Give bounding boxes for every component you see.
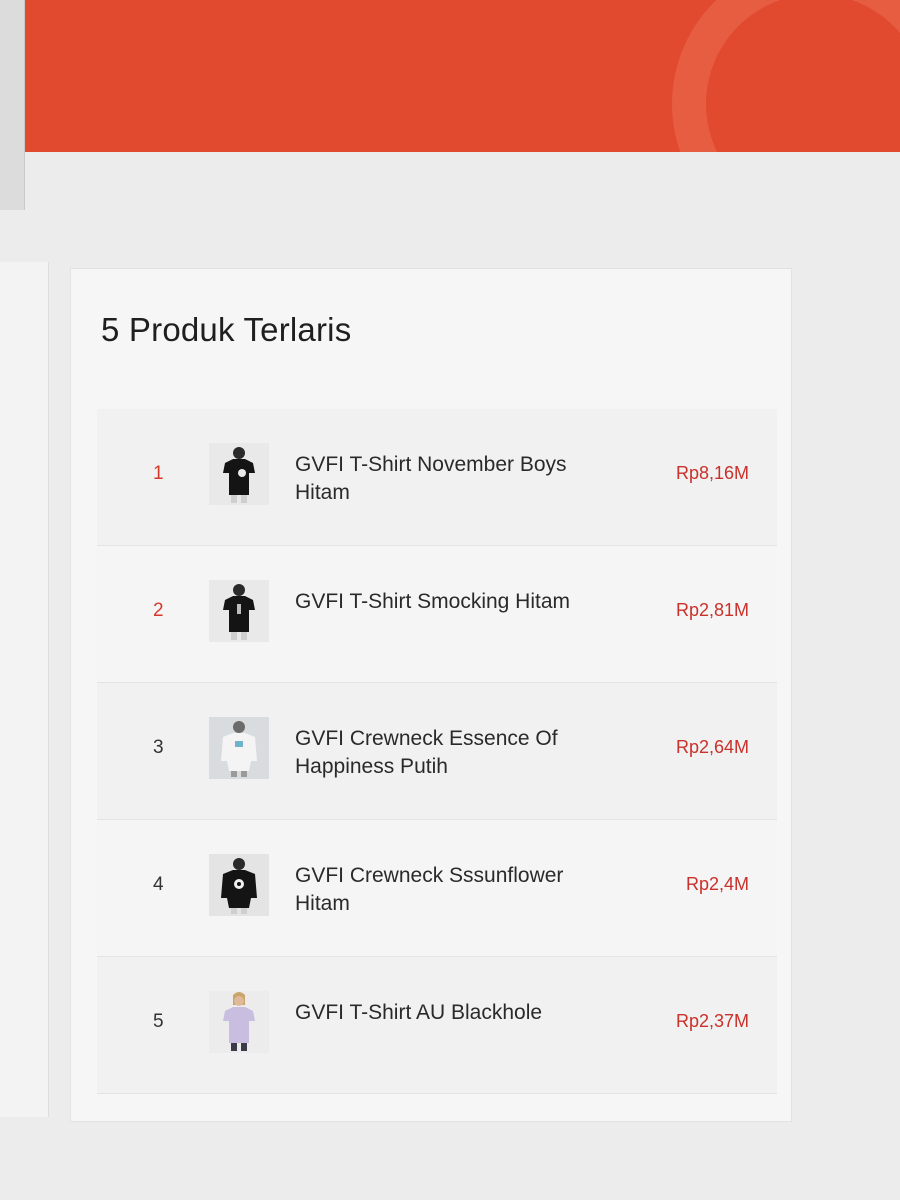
product-thumbnail[interactable] — [209, 854, 269, 916]
top-products-panel: 5 Produk Terlaris 1 GVFI T-Shirt Novembe… — [70, 268, 792, 1122]
product-revenue: Rp2,64M — [675, 737, 749, 757]
product-row-4[interactable]: 4 GVFI Crewneck Sssunflower Hitam Rp2,4M — [97, 820, 777, 957]
product-name[interactable]: GVFI T-Shirt AU Blackhole — [295, 999, 585, 1027]
black-tshirt-image — [209, 443, 269, 505]
panel-title: 5 Produk Terlaris — [101, 311, 352, 348]
product-row-2[interactable]: 2 GVFI T-Shirt Smocking Hitam Rp2,81M — [97, 546, 777, 683]
product-rank: 4 — [153, 874, 164, 895]
white-crewneck-image — [209, 717, 269, 779]
left-side-panel — [0, 262, 49, 1117]
product-row-1[interactable]: 1 GVFI T-Shirt November Boys Hitam Rp8,1… — [97, 409, 777, 546]
product-row-5[interactable]: 5 GVFI T-Shirt AU Blackhole Rp2,37M — [97, 957, 777, 1094]
product-row-3[interactable]: 3 GVFI Crewneck Essence Of Happiness Put… — [97, 683, 777, 820]
product-thumbnail[interactable] — [209, 717, 269, 779]
black-tshirt-image — [209, 580, 269, 642]
product-rank: 5 — [153, 1011, 164, 1032]
product-revenue: Rp8,16M — [675, 463, 749, 483]
product-rank: 2 — [153, 600, 164, 621]
lavender-tshirt-image — [209, 991, 269, 1053]
product-thumbnail[interactable] — [209, 443, 269, 505]
product-name[interactable]: GVFI Crewneck Essence Of Happiness Putih — [295, 725, 585, 781]
product-rank: 1 — [153, 463, 164, 484]
product-rank: 3 — [153, 737, 164, 758]
product-name[interactable]: GVFI T-Shirt November Boys Hitam — [295, 451, 585, 507]
top-products-list: 1 GVFI T-Shirt November Boys Hitam Rp8,1… — [97, 409, 777, 1094]
top-banner — [0, 0, 900, 152]
left-edge-tab — [0, 0, 25, 210]
product-name[interactable]: GVFI T-Shirt Smocking Hitam — [295, 588, 585, 616]
product-revenue: Rp2,81M — [675, 600, 749, 620]
product-revenue: Rp2,37M — [675, 1011, 749, 1031]
product-name[interactable]: GVFI Crewneck Sssunflower Hitam — [295, 862, 585, 918]
black-crewneck-image — [209, 854, 269, 916]
product-thumbnail[interactable] — [209, 991, 269, 1053]
product-thumbnail[interactable] — [209, 580, 269, 642]
product-revenue: Rp2,4M — [685, 874, 749, 894]
banner-decoration — [672, 0, 900, 152]
